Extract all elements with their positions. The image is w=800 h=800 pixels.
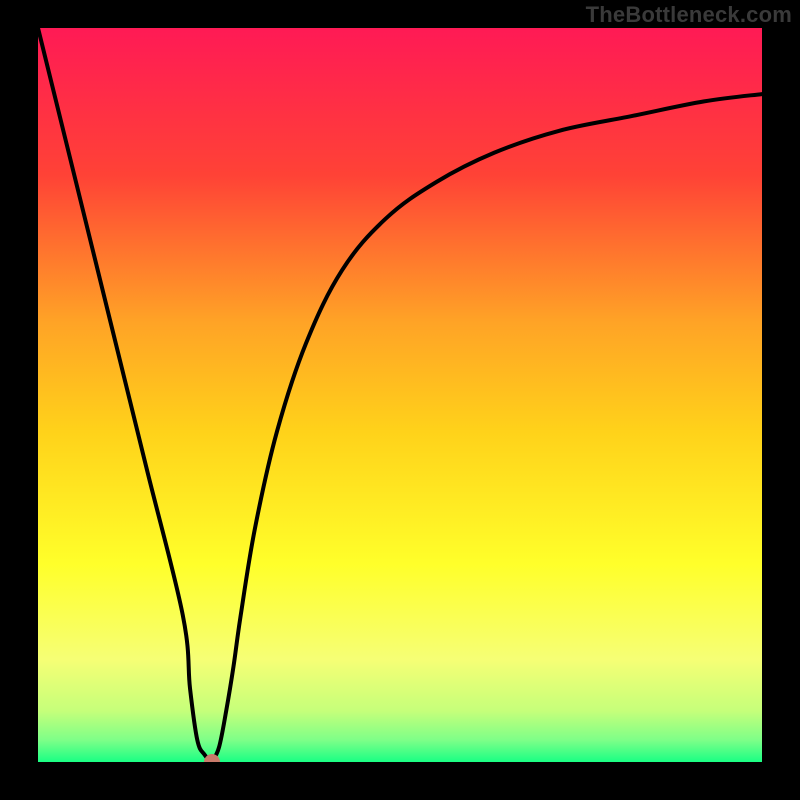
chart-frame: TheBottleneck.com (0, 0, 800, 800)
chart-svg (38, 28, 762, 762)
gradient-background (38, 28, 762, 762)
watermark-text: TheBottleneck.com (586, 2, 792, 28)
plot-area (38, 28, 762, 762)
